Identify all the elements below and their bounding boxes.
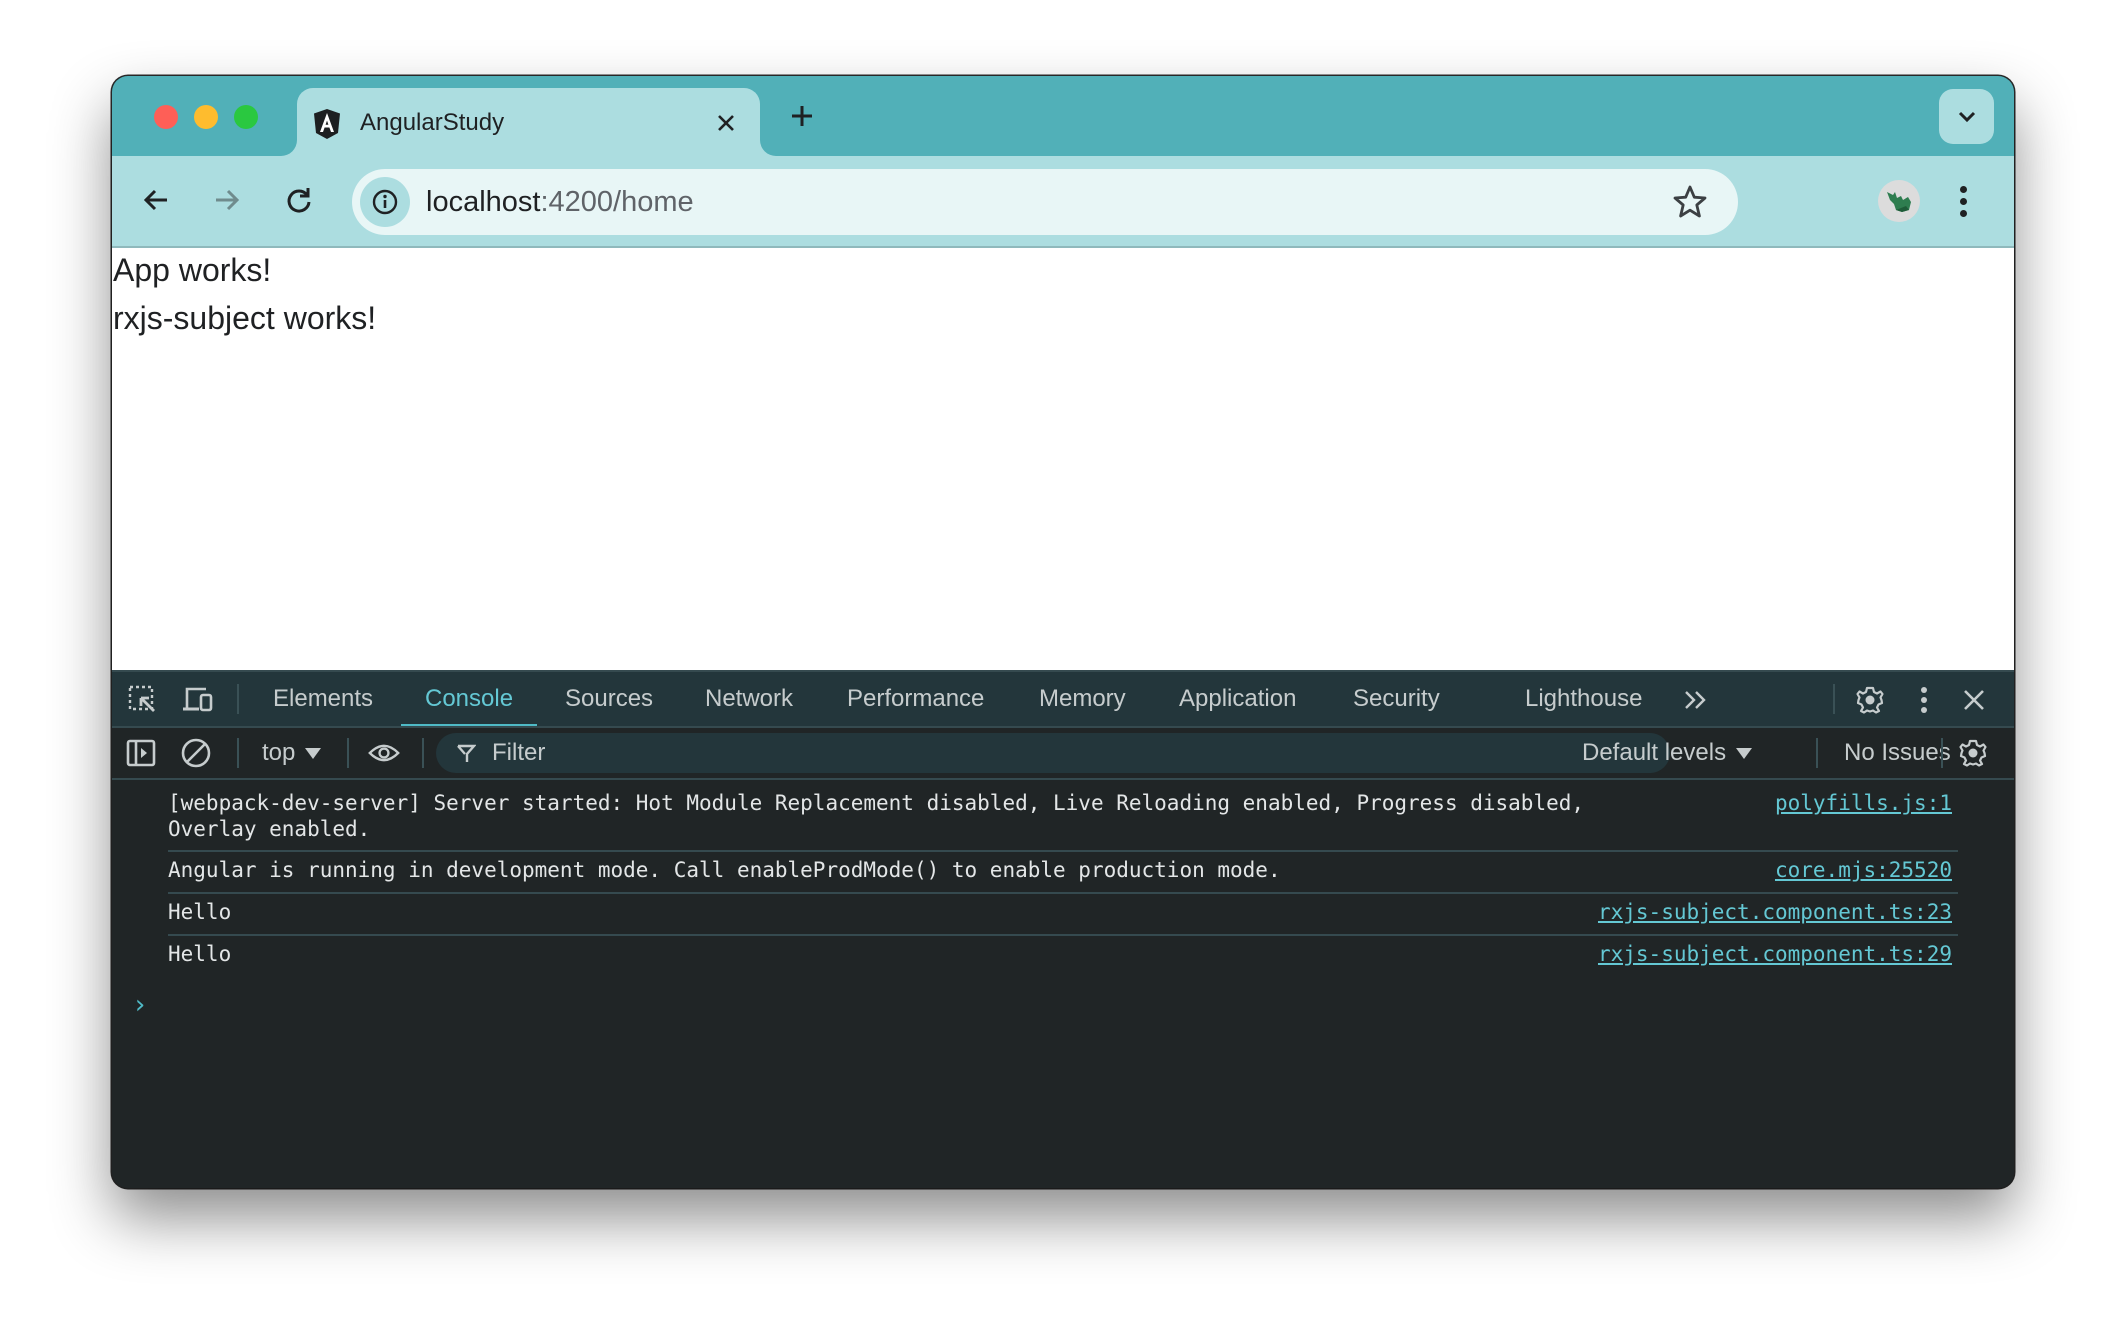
double-chevron-right-icon	[1685, 691, 1706, 709]
console-output: [webpack-dev-server] Server started: Hot…	[112, 780, 2014, 1188]
console-message-text: [webpack-dev-server] Server started: Hot…	[168, 791, 1585, 841]
tab-strip: AngularStudy	[112, 76, 2014, 156]
context-selector[interactable]: top	[262, 738, 322, 768]
avatar[interactable]	[1878, 180, 1920, 222]
url-path: :4200/home	[540, 186, 694, 218]
tab-close-button[interactable]	[710, 107, 742, 139]
divider	[422, 738, 424, 768]
star-icon[interactable]	[1672, 184, 1708, 220]
window-maximize-button[interactable]	[234, 105, 258, 129]
forward-button[interactable]	[207, 180, 247, 220]
console-message-source-link[interactable]: rxjs-subject.component.ts:29	[1598, 941, 1952, 967]
tab-search-button[interactable]	[1939, 89, 1994, 144]
log-levels-value: Default levels	[1582, 739, 1727, 766]
console-message: Hello rxjs-subject.component.ts:29	[168, 934, 1958, 976]
console-message-text: Hello	[168, 942, 232, 966]
info-icon	[372, 189, 398, 215]
gear-icon	[1959, 739, 1987, 767]
sidebar-toggle-icon	[126, 739, 156, 767]
device-toolbar-button[interactable]	[182, 684, 214, 716]
divider	[347, 738, 349, 768]
reload-icon	[287, 188, 311, 213]
devtools-tab-lighthouse[interactable]: Lighthouse	[1525, 672, 1642, 726]
tab-title: AngularStudy	[360, 109, 505, 136]
close-icon	[718, 115, 734, 131]
browser-menu-button[interactable]	[1948, 180, 1978, 222]
url-host: localhost	[426, 186, 541, 218]
divider	[237, 738, 239, 768]
devtools-settings-button[interactable]	[1854, 684, 1886, 716]
devtools-tab-sources[interactable]: Sources	[565, 672, 653, 726]
devtools-tab-console[interactable]: Console	[400, 672, 538, 728]
inspect-element-button[interactable]	[127, 684, 159, 716]
gear-icon	[1856, 686, 1884, 714]
console-message: [webpack-dev-server] Server started: Hot…	[168, 780, 1958, 852]
console-message-source-link[interactable]: rxjs-subject.component.ts:23	[1598, 899, 1952, 925]
console-sidebar-toggle[interactable]	[125, 737, 157, 769]
divider	[1941, 738, 1943, 768]
divider	[237, 684, 239, 714]
devtools-tab-security[interactable]: Security	[1353, 672, 1440, 726]
devtools-tab-application[interactable]: Application	[1179, 672, 1296, 726]
plus-icon	[792, 106, 812, 126]
console-message-text: Hello	[168, 900, 232, 924]
caret-down-icon	[305, 748, 322, 760]
address-bar[interactable]: localhost:4200/home	[352, 169, 1738, 235]
devtools-close-button[interactable]	[1958, 684, 1990, 716]
back-button[interactable]	[136, 180, 176, 220]
more-tabs-button[interactable]	[1680, 684, 1712, 716]
console-settings-button[interactable]	[1957, 737, 1989, 769]
log-levels-dropdown[interactable]: Default levels	[1582, 738, 1753, 768]
close-icon	[1964, 690, 1984, 710]
console-message-source-link[interactable]: polyfills.js:1	[1775, 790, 1952, 816]
console-message-text: Angular is running in development mode. …	[168, 858, 1281, 882]
divider	[1833, 684, 1835, 714]
console-message: Hello rxjs-subject.component.ts:23	[168, 892, 1958, 936]
chevron-down-icon	[1958, 111, 1975, 122]
clear-console-button[interactable]	[180, 737, 212, 769]
live-expression-button[interactable]	[368, 737, 400, 769]
kebab-menu-icon	[1959, 185, 1967, 193]
browser-tab-active[interactable]: AngularStudy	[297, 88, 760, 156]
inspect-element-icon	[128, 685, 155, 712]
eye-icon	[368, 744, 400, 762]
angular-logo-icon	[314, 109, 340, 139]
issues-counter[interactable]: No Issues	[1844, 738, 1951, 768]
devtools-tab-network[interactable]: Network	[705, 672, 793, 726]
console-filter-input[interactable]: Filter	[436, 733, 1670, 773]
kebab-dot	[1959, 209, 1967, 217]
browser-toolbar: localhost:4200/home	[112, 156, 2014, 248]
devtools-tab-memory[interactable]: Memory	[1039, 672, 1126, 726]
profile-dinosaur-icon	[1887, 192, 1911, 212]
devtools-more-options-button[interactable]	[1908, 684, 1940, 716]
browser-window: AngularStudy localhost:4200/home App wor…	[112, 76, 2014, 1188]
console-message: Angular is running in development mode. …	[168, 850, 1958, 894]
arrow-right-icon	[216, 189, 240, 211]
new-tab-button[interactable]	[784, 98, 820, 134]
context-value: top	[262, 739, 296, 766]
divider	[1816, 738, 1818, 768]
window-close-button[interactable]	[154, 105, 178, 129]
console-prompt[interactable]: ›	[132, 990, 148, 1020]
url-text[interactable]: localhost:4200/home	[426, 186, 694, 218]
kebab-dot	[1959, 197, 1967, 205]
app-works-text: App works!	[113, 252, 272, 288]
rxjs-subject-works-text: rxjs-subject works!	[113, 300, 377, 336]
page-viewport: App works! rxjs-subject works!	[112, 248, 2014, 670]
clear-icon	[181, 738, 211, 768]
filter-placeholder: Filter	[492, 739, 546, 766]
console-message-source-link[interactable]: core.mjs:25520	[1775, 857, 1952, 883]
window-minimize-button[interactable]	[194, 105, 218, 129]
console-toolbar: top Filter Default levels No Issues	[112, 726, 2014, 780]
caret-down-icon	[1736, 748, 1753, 760]
site-info-button[interactable]	[360, 177, 410, 227]
kebab-menu-icon	[1921, 687, 1927, 713]
devtools-tab-bar: Elements Console Sources Network Perform…	[112, 670, 2014, 728]
devtools-tab-elements[interactable]: Elements	[273, 672, 373, 726]
device-mode-icon	[183, 687, 213, 712]
filter-icon	[457, 744, 476, 762]
reload-button[interactable]	[279, 180, 319, 220]
devtools-tab-performance[interactable]: Performance	[847, 672, 984, 726]
arrow-left-icon	[143, 189, 167, 211]
